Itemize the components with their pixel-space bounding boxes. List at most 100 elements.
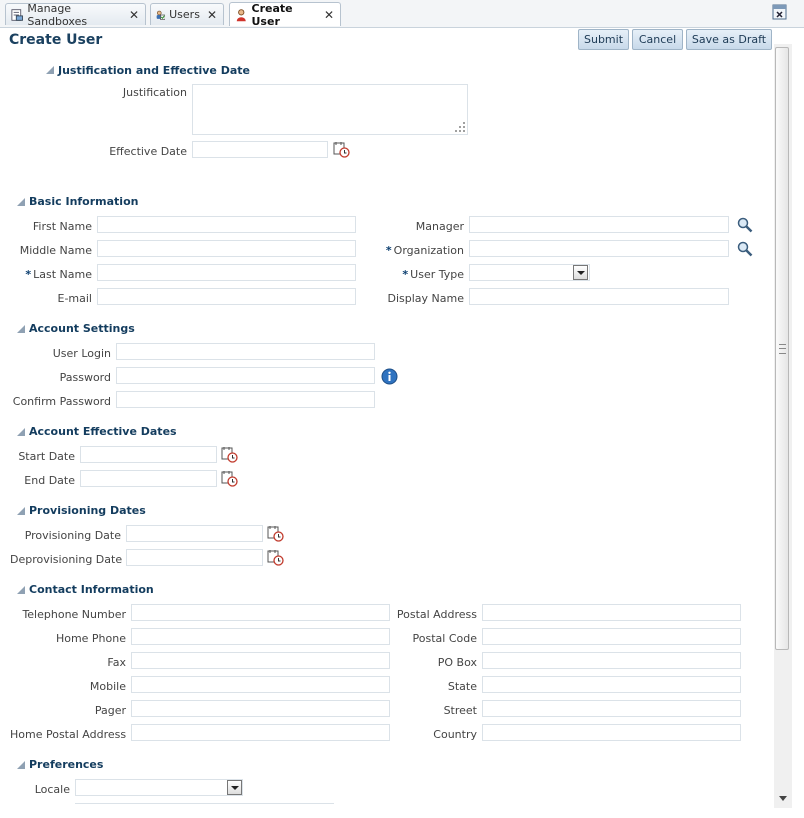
sandbox-icon <box>11 8 23 21</box>
po-box-label: PO Box <box>437 656 477 669</box>
street-input[interactable] <box>482 700 741 717</box>
telephone-input[interactable] <box>131 604 390 621</box>
street-label: Street <box>443 704 477 717</box>
user-login-label: User Login <box>52 347 111 360</box>
required-marker: * <box>402 268 409 281</box>
organization-text: Organization <box>393 244 464 257</box>
close-all-tabs-icon[interactable] <box>771 3 788 20</box>
scroll-down-arrow-icon[interactable] <box>779 796 787 801</box>
user-icon <box>236 8 246 21</box>
postal-code-input[interactable] <box>482 628 741 645</box>
page-title: Create User <box>9 32 103 48</box>
grip-icon <box>779 344 786 354</box>
last-name-input[interactable] <box>97 264 356 281</box>
locale-select[interactable] <box>75 779 243 796</box>
collapse-icon[interactable] <box>17 198 25 206</box>
calendar-icon[interactable] <box>267 525 284 542</box>
locale-label: Locale <box>34 783 70 796</box>
close-icon[interactable]: ✕ <box>207 8 217 22</box>
required-marker: * <box>385 244 392 257</box>
calendar-icon[interactable] <box>333 141 350 158</box>
state-input[interactable] <box>482 676 741 693</box>
organization-label: * Organization <box>370 244 464 257</box>
home-postal-address-input[interactable] <box>131 724 390 741</box>
search-icon[interactable] <box>737 217 753 233</box>
user-type-select[interactable] <box>469 264 590 281</box>
section-contact-title: Contact Information <box>29 583 154 596</box>
first-name-label: First Name <box>32 220 92 233</box>
chevron-down-icon[interactable] <box>227 780 242 795</box>
home-phone-input[interactable] <box>131 628 390 645</box>
justification-label: Justification <box>122 86 187 99</box>
first-name-input[interactable] <box>97 216 356 233</box>
search-icon[interactable] <box>737 241 753 257</box>
postal-address-input[interactable] <box>482 604 741 621</box>
pager-input[interactable] <box>131 700 390 717</box>
calendar-icon[interactable] <box>221 470 238 487</box>
calendar-icon[interactable] <box>267 549 284 566</box>
section-preferences-title: Preferences <box>29 758 104 771</box>
cancel-button[interactable]: Cancel <box>632 29 683 50</box>
section-account-dates-title: Account Effective Dates <box>29 425 177 438</box>
country-input[interactable] <box>482 724 741 741</box>
end-date-input[interactable] <box>80 470 217 487</box>
collapse-icon[interactable] <box>17 507 25 515</box>
tab-create-user[interactable]: Create User ✕ <box>229 2 341 28</box>
section-account-title: Account Settings <box>29 322 135 335</box>
tab-label: Users <box>169 8 200 21</box>
last-name-label: * Last Name <box>10 268 92 281</box>
display-name-label: Display Name <box>387 292 465 305</box>
section-justification-title: Justification and Effective Date <box>58 64 250 77</box>
provisioning-date-input[interactable] <box>126 525 263 542</box>
user-type-text: User Type <box>410 268 464 281</box>
info-icon[interactable] <box>381 368 398 385</box>
effective-date-input[interactable] <box>192 141 328 158</box>
calendar-icon[interactable] <box>221 446 238 463</box>
partial-input <box>75 803 334 807</box>
close-icon[interactable]: ✕ <box>324 8 334 22</box>
display-name-input[interactable] <box>469 288 729 305</box>
fax-input[interactable] <box>131 652 390 669</box>
middle-name-label: Middle Name <box>19 244 92 257</box>
manager-input[interactable] <box>469 216 729 233</box>
save-as-draft-button[interactable]: Save as Draft <box>686 29 772 50</box>
confirm-password-label: Confirm Password <box>12 395 111 408</box>
confirm-password-input[interactable] <box>116 391 375 408</box>
last-name-text: Last Name <box>33 268 92 281</box>
email-label: E-mail <box>57 292 93 305</box>
deprovisioning-date-input[interactable] <box>126 549 263 566</box>
tab-label: Manage Sandboxes <box>27 1 88 28</box>
user-login-input[interactable] <box>116 343 375 360</box>
mobile-input[interactable] <box>131 676 390 693</box>
password-label: Password <box>59 371 111 384</box>
collapse-icon[interactable] <box>17 428 25 436</box>
deprovisioning-date-label: Deprovisioning Date <box>10 553 123 566</box>
start-date-input[interactable] <box>80 446 217 463</box>
tab-manage-sandboxes[interactable]: Manage Sandboxes ✕ <box>5 1 146 28</box>
fax-label: Fax <box>107 656 126 669</box>
justification-textarea[interactable] <box>192 84 468 135</box>
close-icon[interactable]: ✕ <box>129 8 139 22</box>
postal-address-label: Postal Address <box>396 608 477 621</box>
submit-button[interactable]: Submit <box>578 29 629 50</box>
provisioning-date-label: Provisioning Date <box>24 529 121 542</box>
home-postal-address-label: Home Postal Address <box>10 728 127 741</box>
tab-users[interactable]: Users ✕ <box>150 3 224 25</box>
required-marker: * <box>25 268 32 281</box>
collapse-icon[interactable] <box>17 325 25 333</box>
password-input[interactable] <box>116 367 375 384</box>
end-date-label: End Date <box>24 474 75 487</box>
middle-name-input[interactable] <box>97 240 356 257</box>
manager-label: Manager <box>415 220 464 233</box>
users-icon <box>156 10 166 20</box>
collapse-icon[interactable] <box>17 761 25 769</box>
home-phone-label: Home Phone <box>55 632 126 645</box>
email-input[interactable] <box>97 288 356 305</box>
organization-input[interactable] <box>469 240 729 257</box>
po-box-input[interactable] <box>482 652 741 669</box>
section-basic-title: Basic Information <box>29 195 139 208</box>
collapse-icon[interactable] <box>17 586 25 594</box>
chevron-down-icon[interactable] <box>573 265 588 280</box>
collapse-icon[interactable] <box>46 66 54 74</box>
resize-handle-icon[interactable] <box>455 122 465 132</box>
